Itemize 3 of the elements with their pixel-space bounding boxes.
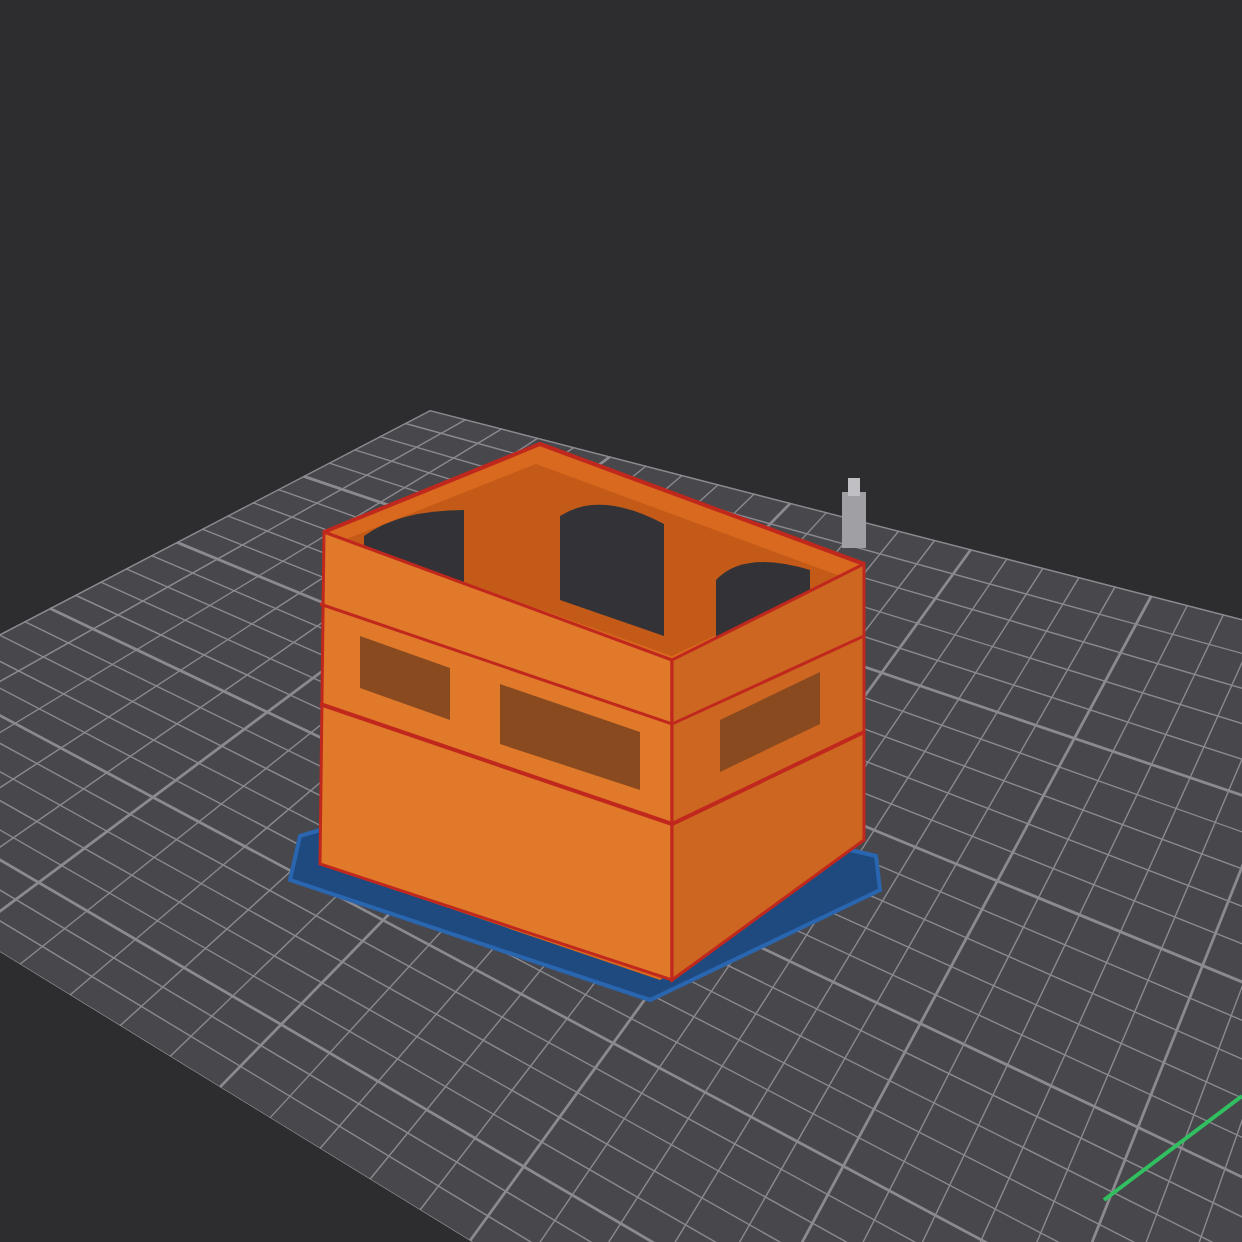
viewport[interactable] bbox=[0, 0, 1242, 1242]
wipe-tower-drawing bbox=[842, 478, 866, 548]
axis-line bbox=[1102, 1094, 1242, 1202]
